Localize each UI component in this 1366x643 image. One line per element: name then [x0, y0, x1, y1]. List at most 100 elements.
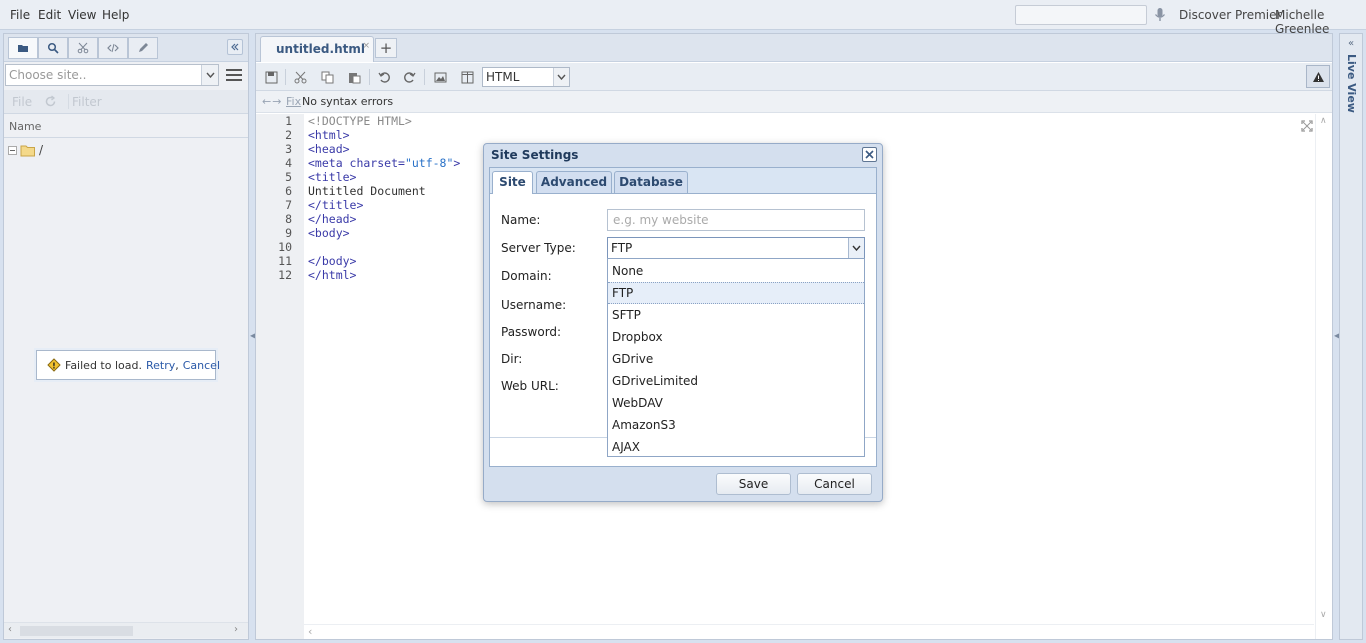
folder-icon: [18, 45, 28, 52]
server-option-gdrive[interactable]: GDrive: [608, 348, 864, 370]
file-sub-toolbar: File Filter: [4, 90, 248, 114]
file-tab-untitled[interactable]: untitled.html ×: [260, 36, 374, 62]
menu-view[interactable]: View: [68, 8, 96, 22]
web-url-label: Web URL:: [501, 379, 559, 393]
user-name-link[interactable]: Michelle Greenlee: [1275, 8, 1366, 36]
edit-tab[interactable]: [128, 37, 158, 59]
menu-file[interactable]: File: [10, 8, 30, 22]
code-horizontal-scrollbar[interactable]: ‹: [304, 624, 1314, 639]
code-line: </head>: [308, 212, 357, 226]
discover-premier-link[interactable]: Discover Premier: [1179, 8, 1281, 22]
language-mode-value: HTML: [486, 70, 520, 84]
chevron-down-icon[interactable]: [201, 65, 218, 85]
menu-edit[interactable]: Edit: [38, 8, 61, 22]
menu-icon[interactable]: [223, 65, 245, 85]
filter-button[interactable]: Filter: [72, 95, 102, 109]
line-number: 5: [285, 170, 292, 184]
microphone-icon[interactable]: [1153, 7, 1167, 23]
server-option-gdrivelimited[interactable]: GDriveLimited: [608, 370, 864, 392]
fix-link[interactable]: Fix: [286, 95, 301, 108]
collapse-tree-icon[interactable]: [8, 145, 17, 155]
name-column-header[interactable]: Name: [4, 116, 248, 138]
image-icon[interactable]: [432, 69, 448, 85]
split-view-icon[interactable]: [459, 69, 475, 85]
redo-icon[interactable]: [401, 69, 417, 85]
top-search-input[interactable]: [1015, 5, 1147, 25]
server-type-value: FTP: [611, 241, 633, 255]
code-tab[interactable]: [98, 37, 128, 59]
live-view-label[interactable]: Live View: [1344, 54, 1358, 113]
warnings-button[interactable]: [1306, 65, 1330, 88]
site-name-input[interactable]: e.g. my website: [607, 209, 865, 231]
cut-icon[interactable]: [292, 69, 308, 85]
line-number: 4: [285, 156, 292, 170]
menu-bar: File Edit View Help Discover Premier Mic…: [0, 0, 1366, 36]
cancel-link[interactable]: Cancel: [183, 359, 220, 372]
domain-label: Domain:: [501, 269, 552, 283]
collapse-left-panel-button[interactable]: [227, 39, 243, 55]
code-vertical-scrollbar[interactable]: ∧ ∨: [1315, 114, 1332, 639]
code-token: "utf-8": [404, 156, 454, 170]
server-option-dropbox[interactable]: Dropbox: [608, 326, 864, 348]
server-type-dropdown-list[interactable]: None FTP SFTP Dropbox GDrive GDriveLimit…: [607, 258, 865, 457]
scrollbar-thumb[interactable]: [20, 626, 133, 636]
scroll-down-icon[interactable]: ∨: [1320, 610, 1327, 620]
search-tab[interactable]: [38, 37, 68, 59]
language-mode-select[interactable]: HTML: [482, 67, 570, 87]
undo-icon[interactable]: [376, 69, 392, 85]
scroll-right-icon[interactable]: ›: [234, 624, 238, 635]
tab-database[interactable]: Database: [614, 171, 688, 193]
prev-next-error-icon[interactable]: ←→: [262, 95, 282, 108]
double-chevron-left-icon[interactable]: «: [1343, 38, 1359, 52]
server-option-amazons3[interactable]: AmazonS3: [608, 414, 864, 436]
code-line: <body>: [308, 226, 350, 240]
toolbar-divider: [369, 69, 370, 85]
server-option-none[interactable]: None: [608, 260, 864, 282]
left-horizontal-scrollbar[interactable]: ‹ ›: [4, 622, 248, 638]
code-line: </title>: [308, 198, 364, 212]
server-option-ajax[interactable]: AJAX: [608, 436, 864, 458]
server-option-ftp[interactable]: FTP: [608, 282, 864, 304]
live-view-panel[interactable]: « Live View: [1339, 33, 1363, 640]
double-chevron-left-icon: [231, 43, 239, 51]
save-button[interactable]: Save: [716, 473, 791, 495]
file-button[interactable]: File: [12, 95, 32, 109]
server-type-select[interactable]: FTP: [607, 237, 865, 259]
username-label: Username:: [501, 298, 567, 312]
scroll-up-icon[interactable]: ∧: [1320, 116, 1327, 126]
line-number: 10: [278, 240, 292, 254]
code-icon: [107, 43, 119, 53]
close-tab-icon[interactable]: ×: [362, 41, 370, 51]
tab-advanced[interactable]: Advanced: [536, 171, 612, 193]
chevron-down-icon[interactable]: [848, 238, 864, 258]
choose-site-select[interactable]: Choose site..: [5, 64, 219, 86]
editor-toolbar: HTML: [256, 63, 1332, 91]
scroll-left-icon[interactable]: ‹: [308, 625, 312, 638]
search-icon: [47, 42, 59, 54]
code-line: Untitled Document: [308, 184, 426, 198]
server-option-webdav[interactable]: WebDAV: [608, 392, 864, 414]
add-tab-button[interactable]: +: [375, 38, 397, 58]
scroll-left-icon[interactable]: ‹: [8, 624, 12, 635]
line-number: 11: [278, 254, 292, 268]
menu-help[interactable]: Help: [102, 8, 129, 22]
chevron-down-icon[interactable]: [553, 68, 569, 86]
dialog-close-button[interactable]: [862, 147, 877, 162]
save-icon[interactable]: [263, 69, 279, 85]
cancel-button[interactable]: Cancel: [797, 473, 872, 495]
server-option-sftp[interactable]: SFTP: [608, 304, 864, 326]
copy-icon[interactable]: [319, 69, 335, 85]
close-icon: [865, 150, 874, 159]
tab-site[interactable]: Site: [492, 171, 533, 194]
files-tab[interactable]: [8, 37, 38, 59]
warning-icon: [1312, 71, 1324, 82]
code-line: <html>: [308, 128, 350, 142]
code-line: </html>: [308, 268, 357, 282]
tree-root-item[interactable]: /: [8, 142, 43, 158]
paste-icon[interactable]: [346, 69, 362, 85]
fullscreen-icon[interactable]: [1301, 120, 1313, 132]
snippets-tab[interactable]: [68, 37, 98, 59]
refresh-icon[interactable]: [44, 95, 57, 108]
line-number: 3: [285, 142, 292, 156]
retry-link[interactable]: Retry: [146, 359, 175, 372]
